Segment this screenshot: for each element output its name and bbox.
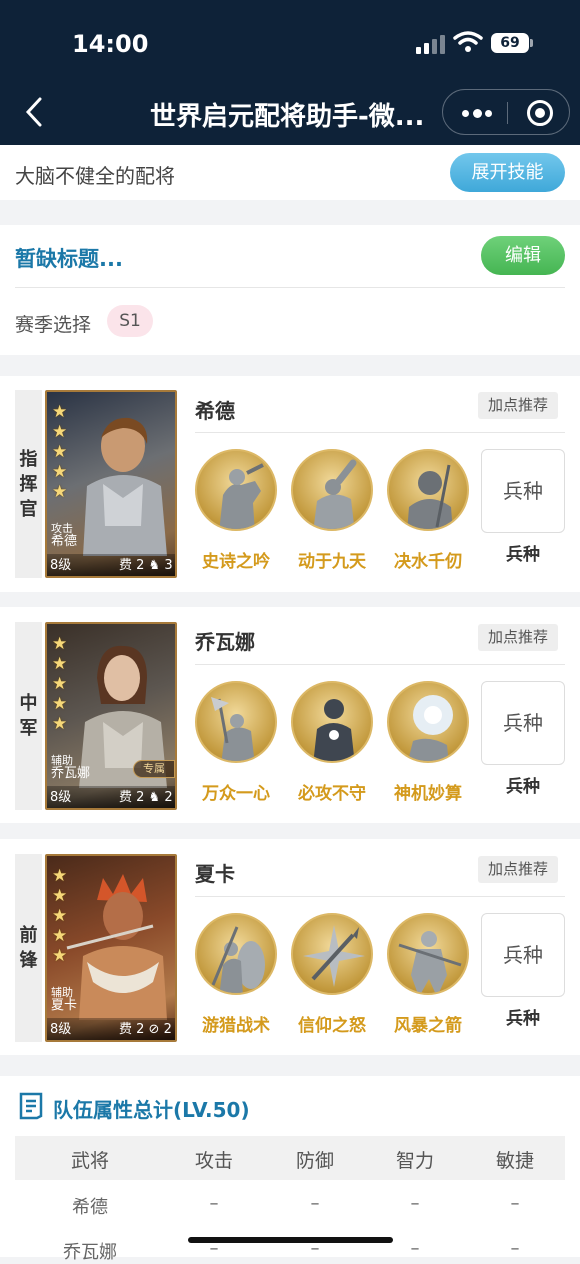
home-indicator[interactable] [188, 1237, 393, 1243]
skill-name: 风暴之箭 [394, 1016, 462, 1036]
general-level: 8级 [50, 558, 72, 573]
skill-icon[interactable] [195, 681, 277, 763]
skill-name: 万众一心 [202, 784, 270, 804]
table-header-cell: 防御 [295, 1150, 334, 1172]
skill-name: 信仰之怒 [298, 1016, 366, 1036]
stats-title: 队伍属性总计(LV.50) [53, 1098, 250, 1122]
signal-icon [416, 34, 446, 54]
general-figure [66, 874, 167, 1020]
skill-name: 神机妙算 [394, 784, 462, 804]
role-label: 前锋 [15, 854, 42, 1042]
skill-name: 必攻不守 [298, 784, 366, 804]
general-portrait-name: 乔瓦娜 [51, 766, 91, 781]
troop-select-box[interactable]: 兵种 [481, 681, 565, 765]
exclusive-badge: 专属 [133, 760, 175, 778]
general-cost: 费 2 ♞ 2 [119, 790, 173, 805]
table-header-cell: 智力 [395, 1150, 434, 1172]
no-horse-icon: ⊘ [148, 1022, 160, 1037]
role-label: 中军 [15, 622, 42, 810]
table-cell: 乔瓦娜 [63, 1242, 117, 1263]
skill-name: 动于九天 [298, 552, 366, 572]
top-bar: 14:00 69 世界启元配将助手-微... [0, 0, 580, 145]
star-rating: ★ ★ ★ ★ ★ [52, 402, 68, 502]
general-portrait-name: 夏卡 [51, 998, 78, 1013]
table-cell: – [209, 1193, 219, 1214]
table-header-cell: 敏捷 [495, 1150, 534, 1172]
general-name: 乔瓦娜 [195, 630, 255, 654]
skill-icon[interactable] [291, 681, 373, 763]
table-cell: – [510, 1193, 520, 1214]
horse-icon: ♞ [148, 558, 161, 573]
skill-name: 决水千仞 [394, 552, 462, 572]
points-recommend-button[interactable]: 加点推荐 [478, 624, 558, 651]
expand-skills-button[interactable]: 展开技能 [450, 153, 565, 192]
skill-icon[interactable] [291, 449, 373, 531]
skill-name: 游猎战术 [202, 1016, 270, 1036]
troop-label: 兵种 [506, 777, 540, 797]
mini-program-capsule [442, 89, 570, 135]
more-icon[interactable] [462, 109, 492, 118]
plan-title: 暂缺标题... [15, 247, 123, 271]
general-cost: 费 2 ⊘ 2 [119, 1022, 172, 1037]
troop-label: 兵种 [506, 545, 540, 565]
wifi-icon [453, 31, 483, 52]
table-header-cell: 攻击 [194, 1150, 233, 1172]
general-portrait[interactable]: ★ ★ ★ ★ ★ 专属 辅助 乔瓦娜 8级 费 2 ♞ 2 [45, 622, 177, 810]
general-name: 夏卡 [195, 862, 235, 886]
general-portrait[interactable]: ★ ★ ★ ★ ★ 攻击 希德 8级 费 2 ♞ 3 [45, 390, 177, 578]
edit-button[interactable]: 编辑 [481, 236, 565, 275]
skill-icon[interactable] [195, 913, 277, 995]
general-portrait-name: 希德 [51, 534, 78, 549]
skill-icon[interactable] [387, 681, 469, 763]
divider [15, 287, 565, 288]
general-portrait[interactable]: ★ ★ ★ ★ ★ 辅助 夏卡 8级 费 2 ⊘ 2 [45, 854, 177, 1042]
skill-icon[interactable] [291, 913, 373, 995]
table-cell: – [410, 1193, 420, 1214]
star-rating: ★ ★ ★ ★ ★ [52, 634, 68, 734]
star-rating: ★ ★ ★ ★ ★ [52, 866, 68, 966]
troop-label: 兵种 [506, 1009, 540, 1029]
back-icon[interactable] [22, 95, 46, 129]
general-level: 8级 [50, 1022, 72, 1037]
table-cell: – [310, 1193, 320, 1214]
season-tag[interactable]: S1 [107, 305, 153, 337]
horse-icon: ♞ [148, 790, 161, 805]
skill-icon[interactable] [387, 913, 469, 995]
points-recommend-button[interactable]: 加点推荐 [478, 392, 558, 419]
role-label: 指挥官 [15, 390, 42, 578]
battery-icon: 69 [491, 33, 533, 53]
nav-title: 世界启元配将助手-微... [150, 102, 425, 132]
skill-icon[interactable] [195, 449, 277, 531]
document-icon [19, 1092, 43, 1120]
troop-select-box[interactable]: 兵种 [481, 913, 565, 997]
close-program-icon[interactable] [527, 100, 553, 126]
table-cell: 希德 [72, 1197, 108, 1218]
general-cost: 费 2 ♞ 3 [119, 558, 173, 573]
table-header-cell: 武将 [70, 1150, 109, 1172]
skill-name: 史诗之吟 [202, 552, 270, 572]
points-recommend-button[interactable]: 加点推荐 [478, 856, 558, 883]
general-name: 希德 [195, 399, 235, 423]
general-level: 8级 [50, 790, 72, 805]
skill-icon[interactable] [387, 449, 469, 531]
troop-select-box[interactable]: 兵种 [481, 449, 565, 533]
table-cell: – [510, 1238, 520, 1259]
subtitle: 大脑不健全的配将 [15, 164, 175, 188]
status-time: 14:00 [72, 30, 149, 58]
season-label: 赛季选择 [15, 314, 92, 336]
general-figure [83, 417, 167, 556]
